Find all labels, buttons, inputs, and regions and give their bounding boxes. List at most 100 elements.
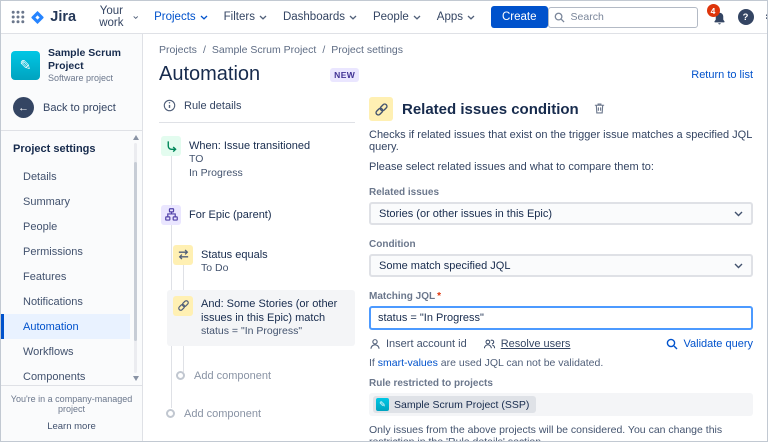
- scrollbar-track[interactable]: [134, 143, 137, 373]
- transition-icon: [161, 136, 181, 156]
- sidebar-section-title: Project settings: [1, 131, 130, 164]
- app-switcher-button[interactable]: [9, 4, 27, 30]
- scroll-up-icon[interactable]: [133, 135, 139, 140]
- condition-instruction: Please select related issues and what to…: [369, 161, 753, 173]
- notifications-button[interactable]: 4: [709, 8, 727, 26]
- sidebar-item-features[interactable]: Features: [1, 264, 130, 289]
- global-search: [548, 7, 698, 28]
- breadcrumb-projects[interactable]: Projects: [159, 44, 212, 56]
- smart-values-note: If smart-values are used JQL can not be …: [369, 357, 753, 369]
- pencil-icon: ✎: [20, 57, 32, 74]
- new-badge: NEW: [330, 68, 359, 82]
- related-issues-condition-item[interactable]: And: Some Stories (or other issues in th…: [167, 290, 355, 346]
- nav-filters[interactable]: Filters: [216, 1, 275, 34]
- insert-account-id-button[interactable]: Insert account id: [369, 338, 467, 350]
- sidebar-item-automation[interactable]: Automation: [1, 314, 130, 339]
- rule-timeline: Rule details When: Issue transitione: [159, 97, 355, 435]
- nav-apps[interactable]: Apps: [429, 1, 483, 34]
- create-button[interactable]: Create: [491, 6, 548, 28]
- project-avatar: ✎: [11, 51, 40, 80]
- chevron-down-icon: [349, 15, 357, 20]
- related-issues-select[interactable]: Stories (or other issues in this Epic): [369, 202, 753, 225]
- breadcrumb-settings[interactable]: Project settings: [331, 44, 403, 56]
- resolve-users-button[interactable]: Resolve users: [483, 338, 571, 350]
- nav-projects[interactable]: Projects: [146, 1, 216, 34]
- branch-icon: [161, 205, 181, 225]
- jira-logo-text: Jira: [50, 9, 76, 25]
- project-tag-icon: ✎: [376, 398, 389, 411]
- timeline-connector: [171, 144, 172, 408]
- nav-people[interactable]: People: [365, 1, 429, 34]
- status-condition-item[interactable]: Status equals To Do: [173, 245, 355, 276]
- back-to-project[interactable]: ← Back to project: [1, 92, 142, 130]
- rule-restricted-label: Rule restricted to projects: [369, 378, 753, 389]
- project-sidebar: ✎ Sample Scrum Project Software project …: [1, 34, 143, 441]
- sidebar-scroll-area: Project settings Details Summary People …: [1, 131, 142, 385]
- chevron-down-icon: [413, 15, 421, 20]
- add-component-root[interactable]: Add component: [161, 408, 355, 420]
- scrollbar-thumb[interactable]: [134, 162, 137, 341]
- project-tag: ✎ Sample Scrum Project (SSP): [373, 396, 536, 413]
- project-header: ✎ Sample Scrum Project Software project: [1, 34, 142, 92]
- back-arrow-icon: ←: [13, 97, 34, 118]
- notification-badge: 4: [707, 4, 720, 17]
- scroll-down-icon[interactable]: [133, 376, 139, 381]
- learn-more-link[interactable]: Learn more: [47, 421, 96, 432]
- jira-logo[interactable]: Jira: [29, 9, 76, 26]
- nav-your-work[interactable]: Your work: [86, 1, 146, 34]
- condition-form: Related issues condition Checks if relat…: [369, 97, 753, 435]
- chevron-down-icon: [259, 15, 267, 20]
- search-icon: [554, 12, 565, 26]
- chevron-down-icon: [133, 15, 138, 20]
- delete-condition-button[interactable]: [593, 100, 606, 118]
- person-icon: [369, 338, 381, 350]
- matching-jql-label: Matching JQL*: [369, 291, 753, 302]
- managed-project-text: You're in a company-managed project: [5, 394, 138, 414]
- grid-icon: [11, 10, 25, 24]
- search-input[interactable]: [548, 7, 698, 28]
- project-name: Sample Scrum Project: [48, 47, 134, 72]
- trash-icon: [593, 102, 606, 115]
- matching-jql-input[interactable]: [369, 306, 753, 330]
- trigger-item[interactable]: When: Issue transitioned TO In Progress: [161, 136, 355, 181]
- sidebar-item-people[interactable]: People: [1, 214, 130, 239]
- validate-query-button[interactable]: Validate query: [666, 338, 753, 350]
- link-icon: [173, 296, 193, 316]
- required-asterisk: *: [437, 291, 441, 302]
- nav-dashboards[interactable]: Dashboards: [275, 1, 365, 34]
- jira-window: Jira Your work Projects Filters Dashboar…: [0, 0, 768, 442]
- condition-description: Checks if related issues that exist on t…: [369, 129, 753, 153]
- related-issues-label: Related issues: [369, 187, 753, 198]
- project-type: Software project: [48, 73, 134, 83]
- add-component-circle-icon: [176, 371, 185, 380]
- add-component-circle-icon: [166, 409, 175, 418]
- chevron-down-icon: [734, 263, 743, 269]
- smart-values-link[interactable]: smart-values: [378, 357, 438, 369]
- breadcrumb: Projects Sample Scrum Project Project se…: [159, 44, 753, 56]
- breadcrumb-project[interactable]: Sample Scrum Project: [212, 44, 331, 56]
- jira-logo-icon: [29, 9, 46, 26]
- help-icon: ?: [743, 12, 749, 23]
- sidebar-item-components[interactable]: Components: [1, 364, 130, 385]
- sidebar-item-notifications[interactable]: Notifications: [1, 289, 130, 314]
- sidebar-item-details[interactable]: Details: [1, 164, 130, 189]
- top-navigation: Jira Your work Projects Filters Dashboar…: [1, 1, 767, 34]
- return-to-list-link[interactable]: Return to list: [691, 69, 753, 81]
- add-component-nested[interactable]: Add component: [173, 370, 355, 382]
- restriction-note: Only issues from the above projects will…: [369, 424, 753, 441]
- info-icon: [163, 99, 176, 112]
- condition-label: Condition: [369, 239, 753, 250]
- search-icon: [666, 338, 678, 350]
- condition-select[interactable]: Some match specified JQL: [369, 254, 753, 277]
- settings-button[interactable]: ⚙: [765, 10, 768, 25]
- restricted-projects-field: ✎ Sample Scrum Project (SSP): [369, 393, 753, 416]
- help-button[interactable]: ?: [738, 9, 754, 25]
- sidebar-item-permissions[interactable]: Permissions: [1, 239, 130, 264]
- chevron-down-icon: [200, 15, 208, 20]
- sidebar-item-workflows[interactable]: Workflows: [1, 339, 130, 364]
- gear-icon: ⚙: [765, 9, 768, 26]
- branch-item[interactable]: For Epic (parent): [161, 205, 355, 225]
- sidebar-item-summary[interactable]: Summary: [1, 189, 130, 214]
- sidebar-scrollbar[interactable]: [131, 135, 140, 381]
- rule-details-item[interactable]: Rule details: [159, 97, 355, 123]
